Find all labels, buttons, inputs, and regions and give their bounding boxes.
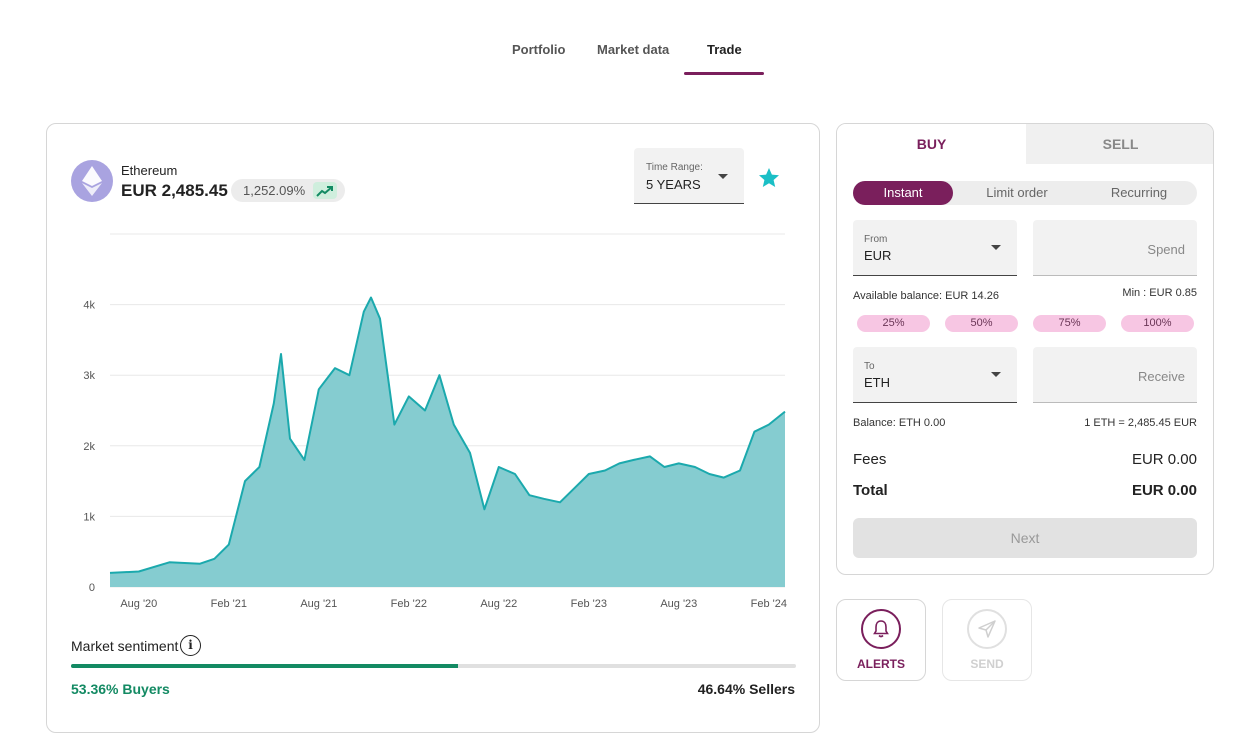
pct-75-button[interactable]: 75% bbox=[1033, 315, 1106, 332]
pct-25-button[interactable]: 25% bbox=[857, 315, 930, 332]
spend-placeholder: Spend bbox=[1147, 242, 1185, 257]
tab-portfolio[interactable]: Portfolio bbox=[512, 42, 565, 57]
buyers-pct: 53.36% Buyers bbox=[71, 681, 170, 697]
asset-name: Ethereum bbox=[121, 163, 178, 178]
tab-sell[interactable]: SELL bbox=[1026, 124, 1213, 164]
fees-label: Fees bbox=[853, 451, 887, 468]
fees-value: EUR 0.00 bbox=[1131, 451, 1197, 468]
time-range-label: Time Range: bbox=[646, 162, 703, 173]
receive-placeholder: Receive bbox=[1138, 369, 1185, 384]
y-tick-label: 1k bbox=[83, 511, 95, 523]
mode-recurring[interactable]: Recurring bbox=[1089, 181, 1189, 205]
sentiment-label: Market sentiment bbox=[71, 638, 179, 654]
trade-card: BUY SELL Instant Limit order Recurring F… bbox=[836, 123, 1214, 575]
x-tick-label: Aug '21 bbox=[300, 598, 337, 610]
send-label: SEND bbox=[970, 657, 1004, 671]
tab-trade[interactable]: Trade bbox=[707, 42, 742, 57]
bell-icon-circle bbox=[861, 609, 901, 649]
x-tick-label: Feb '23 bbox=[571, 598, 607, 610]
available-balance: Available balance: EUR 14.26 bbox=[853, 290, 999, 302]
bell-icon bbox=[873, 620, 889, 638]
top-nav: Portfolio Market data Trade bbox=[0, 34, 1250, 76]
time-range-value: 5 YEARS bbox=[646, 177, 701, 192]
mode-limit-order[interactable]: Limit order bbox=[965, 181, 1069, 205]
send-icon-circle bbox=[967, 609, 1007, 649]
x-tick-label: Feb '22 bbox=[391, 598, 427, 610]
x-tick-label: Aug '23 bbox=[660, 598, 697, 610]
receive-input[interactable]: Receive bbox=[1033, 347, 1197, 403]
to-currency-select[interactable]: To ETH bbox=[853, 347, 1017, 403]
x-tick-label: Feb '21 bbox=[211, 598, 247, 610]
chevron-down-icon bbox=[991, 372, 1001, 377]
exchange-rate: 1 ETH = 2,485.45 EUR bbox=[1084, 417, 1197, 429]
chart-card: Ethereum EUR 2,485.45 1,252.09% Time Ran… bbox=[46, 123, 820, 733]
x-tick-label: Feb '24 bbox=[751, 598, 787, 610]
alerts-label: ALERTS bbox=[857, 657, 905, 671]
asset-price: EUR 2,485.45 bbox=[121, 181, 228, 200]
ethereum-logo-icon bbox=[71, 160, 113, 202]
star-icon[interactable] bbox=[757, 166, 781, 195]
from-label: From bbox=[864, 234, 888, 245]
trending-up-icon bbox=[313, 182, 338, 199]
from-value: EUR bbox=[864, 248, 892, 263]
chevron-down-icon bbox=[991, 245, 1001, 250]
send-button[interactable]: SEND bbox=[942, 599, 1032, 681]
alerts-button[interactable]: ALERTS bbox=[836, 599, 926, 681]
pct-100-button[interactable]: 100% bbox=[1121, 315, 1194, 332]
tab-buy[interactable]: BUY bbox=[837, 124, 1026, 164]
to-value: ETH bbox=[864, 375, 890, 390]
trade-tabs: BUY SELL bbox=[837, 124, 1213, 164]
y-tick-label: 4k bbox=[83, 300, 95, 312]
sellers-pct: 46.64% Sellers bbox=[697, 681, 795, 697]
from-currency-select[interactable]: From EUR bbox=[853, 220, 1017, 276]
chevron-down-icon bbox=[718, 174, 728, 179]
eth-balance: Balance: ETH 0.00 bbox=[853, 417, 946, 429]
next-button[interactable]: Next bbox=[853, 518, 1197, 558]
info-icon[interactable]: i bbox=[180, 635, 201, 656]
send-icon bbox=[978, 620, 996, 638]
y-tick-label: 3k bbox=[83, 370, 95, 382]
tab-market-data[interactable]: Market data bbox=[597, 42, 669, 57]
active-tab-indicator bbox=[684, 72, 764, 75]
total-value: EUR 0.00 bbox=[1131, 482, 1197, 499]
price-change-value: 1,252.09% bbox=[243, 183, 306, 198]
price-chart: 0 1k 2k 3k 4k Aug '20 Feb '21 Aug '21 Feb '22 Aug… bbox=[83, 233, 787, 610]
y-tick-label: 2k bbox=[83, 441, 95, 453]
to-label: To bbox=[864, 361, 875, 372]
x-tick-label: Aug '20 bbox=[120, 598, 157, 610]
pct-50-button[interactable]: 50% bbox=[945, 315, 1018, 332]
sentiment-bar bbox=[71, 664, 796, 668]
y-tick-label: 0 bbox=[89, 582, 95, 594]
spend-input[interactable]: Spend bbox=[1033, 220, 1197, 276]
time-range-select[interactable]: Time Range: 5 YEARS bbox=[634, 148, 744, 204]
total-label: Total bbox=[853, 482, 888, 499]
order-mode-toggle: Instant Limit order Recurring bbox=[853, 181, 1197, 205]
price-area bbox=[110, 297, 785, 587]
mode-instant[interactable]: Instant bbox=[853, 181, 953, 205]
price-change-badge: 1,252.09% bbox=[231, 179, 346, 202]
sentiment-bar-fill bbox=[71, 664, 458, 668]
min-amount: Min : EUR 0.85 bbox=[1122, 287, 1197, 299]
x-tick-label: Aug '22 bbox=[480, 598, 517, 610]
